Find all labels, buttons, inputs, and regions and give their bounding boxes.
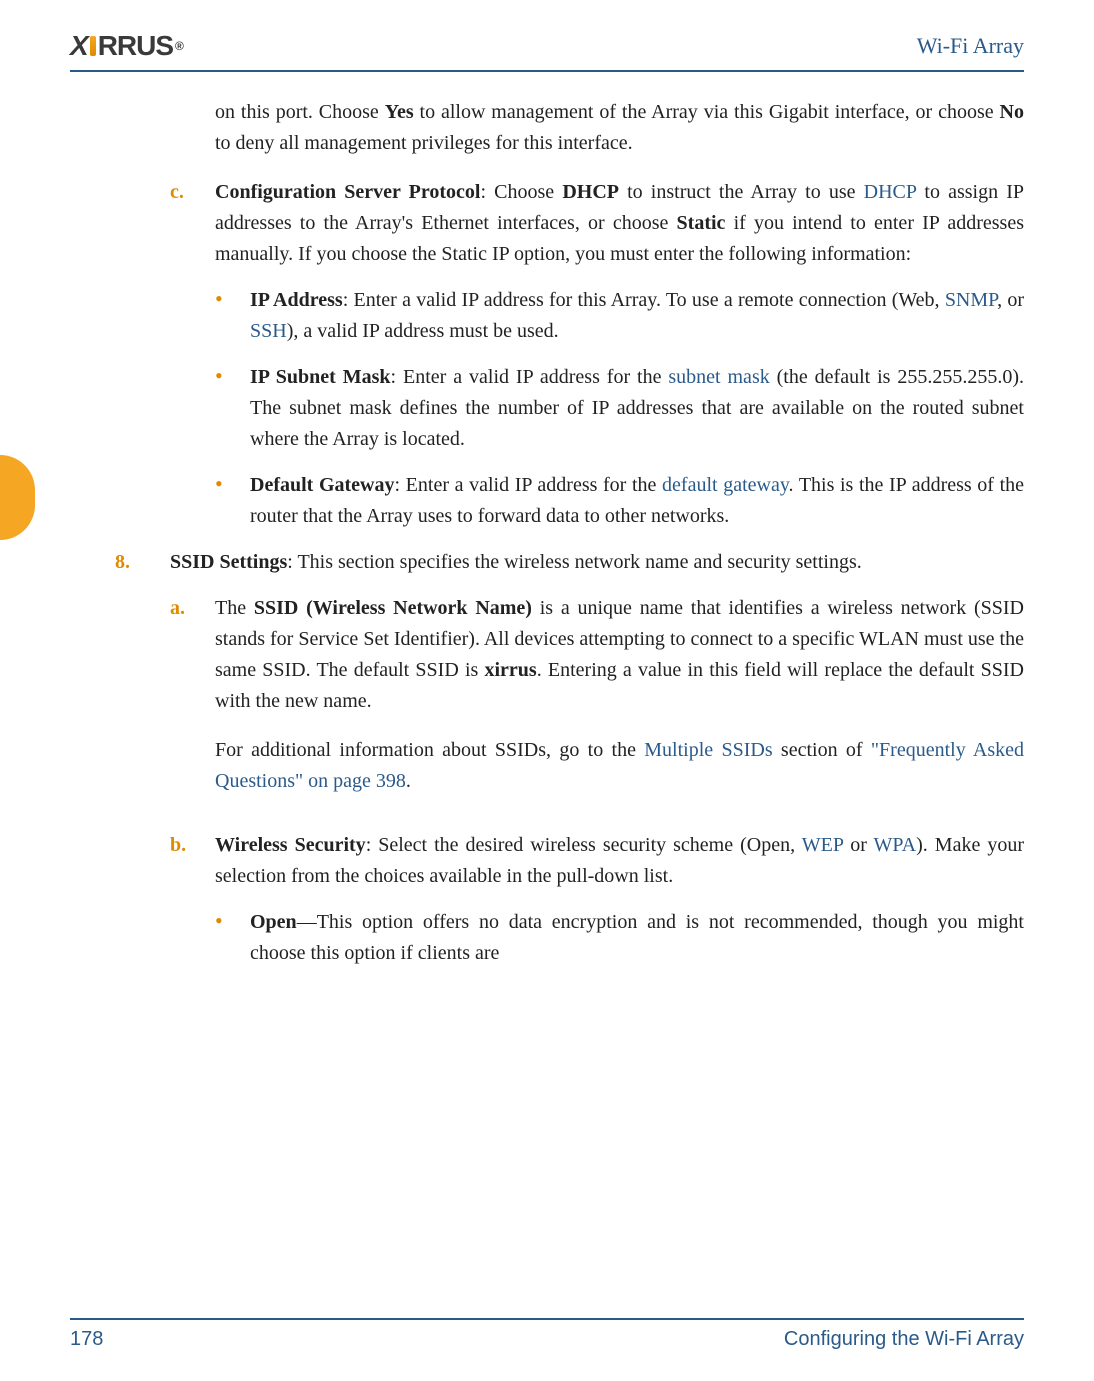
bullet-list-b: • Open—This option offers no data encryp… bbox=[215, 907, 1024, 969]
numbered-item-8: 8. SSID Settings: This section specifies… bbox=[115, 547, 1024, 578]
link-default-gateway[interactable]: default gateway bbox=[662, 474, 789, 496]
logo: XRRUS® bbox=[70, 30, 183, 62]
sub-marker-b: b. bbox=[170, 830, 215, 892]
bullet-subnet-mask: • IP Subnet Mask: Enter a valid IP addre… bbox=[215, 362, 1024, 455]
link-snmp[interactable]: SNMP bbox=[945, 289, 997, 311]
page-number: 178 bbox=[70, 1328, 103, 1351]
side-tab bbox=[0, 455, 35, 540]
sub-item-c: c. Configuration Server Protocol: Choose… bbox=[170, 177, 1024, 270]
footer-title: Configuring the Wi-Fi Array bbox=[784, 1328, 1024, 1351]
intro-paragraph: on this port. Choose Yes to allow manage… bbox=[215, 97, 1024, 159]
bullet-icon: • bbox=[215, 907, 250, 969]
content-body: on this port. Choose Yes to allow manage… bbox=[70, 97, 1024, 969]
page-footer: 178 Configuring the Wi-Fi Array bbox=[70, 1318, 1024, 1351]
bullet-list-c: • IP Address: Enter a valid IP address f… bbox=[215, 285, 1024, 532]
bullet-icon: • bbox=[215, 285, 250, 347]
header-title: Wi-Fi Array bbox=[917, 33, 1024, 59]
link-subnet-mask[interactable]: subnet mask bbox=[668, 366, 769, 388]
link-wep[interactable]: WEP bbox=[802, 834, 843, 856]
sub-item-b: b. Wireless Security: Select the desired… bbox=[170, 830, 1024, 892]
logo-text: XRRUS® bbox=[70, 30, 183, 62]
bullet-icon: • bbox=[215, 362, 250, 455]
bullet-icon: • bbox=[215, 470, 250, 532]
link-wpa[interactable]: WPA bbox=[874, 834, 917, 856]
link-ssh[interactable]: SSH bbox=[250, 320, 287, 342]
bullet-open: • Open—This option offers no data encryp… bbox=[215, 907, 1024, 969]
page-header: XRRUS® Wi-Fi Array bbox=[70, 30, 1024, 72]
sub-item-a: a. The SSID (Wireless Network Name) is a… bbox=[170, 593, 1024, 815]
link-multiple-ssids[interactable]: Multiple SSIDs bbox=[644, 739, 772, 761]
sub-body-c: Configuration Server Protocol: Choose DH… bbox=[215, 177, 1024, 270]
sub-body-a: The SSID (Wireless Network Name) is a un… bbox=[215, 593, 1024, 815]
sub-marker-a: a. bbox=[170, 593, 215, 815]
sub-body-b: Wireless Security: Select the desired wi… bbox=[215, 830, 1024, 892]
num-marker-8: 8. bbox=[115, 547, 170, 578]
link-dhcp[interactable]: DHCP bbox=[864, 181, 917, 203]
bullet-ip-address: • IP Address: Enter a valid IP address f… bbox=[215, 285, 1024, 347]
bullet-default-gateway: • Default Gateway: Enter a valid IP addr… bbox=[215, 470, 1024, 532]
sub-marker-c: c. bbox=[170, 177, 215, 270]
